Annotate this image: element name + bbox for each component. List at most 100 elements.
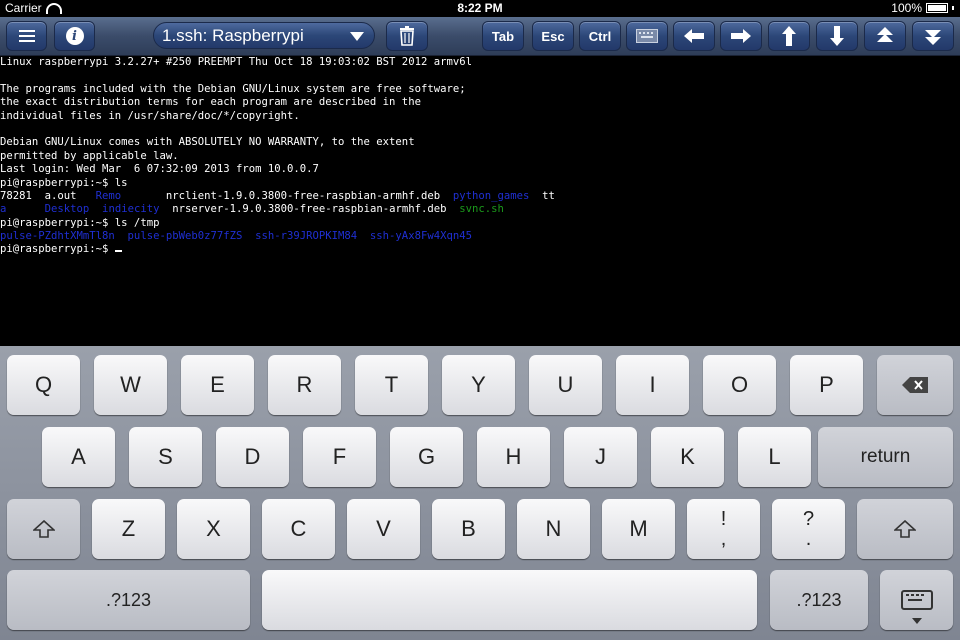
close-session-button[interactable] [386,21,428,51]
key-question-period[interactable]: ? . [772,499,845,559]
ls-exec-entry: svnc.sh [459,203,504,216]
dismiss-keyboard-key[interactable] [880,570,953,630]
onscreen-keyboard: Q W E R T Y U I O P A S D F G H J K L re… [0,346,960,640]
key-p[interactable]: P [790,355,863,415]
keyboard-icon [636,29,658,43]
terminal-toolbar: i 1.ssh: Raspberrypi Tab Esc Ctrl [0,17,960,56]
key-m[interactable]: M [602,499,675,559]
ls-entry: tt [529,189,555,202]
key-g[interactable]: G [390,427,463,487]
key-u[interactable]: U [529,355,602,415]
key-b[interactable]: B [432,499,505,559]
session-selector[interactable]: 1.ssh: Raspberrypi [153,22,375,49]
key-d[interactable]: D [216,427,289,487]
key-r[interactable]: R [268,355,341,415]
key-top-char: ! [720,508,727,530]
numbers-key-left[interactable]: .?123 [7,570,250,630]
key-k[interactable]: K [651,427,724,487]
return-key[interactable]: return [818,427,953,487]
status-bar: Carrier 8:22 PM 100% [0,0,960,17]
key-q[interactable]: Q [7,355,80,415]
space-bar[interactable] [262,570,757,630]
key-a[interactable]: A [42,427,115,487]
key-l[interactable]: L [738,427,811,487]
battery-icon [926,3,948,13]
terminal-line: pi@raspberrypi:~$ ls [0,176,128,189]
shift-key-left[interactable] [7,499,80,559]
info-icon: i [65,27,84,45]
key-v[interactable]: V [347,499,420,559]
battery-status: 100% [891,1,954,15]
clock: 8:22 PM [457,1,503,15]
arrow-right-button[interactable] [720,21,762,51]
battery-tip [952,6,954,10]
key-c[interactable]: C [262,499,335,559]
terminal-line: The programs included with the Debian GN… [0,82,466,95]
esc-key-button[interactable]: Esc [532,21,574,51]
menu-icon [18,27,35,45]
ls-dir-entry: Desktop indiecity [6,203,160,216]
key-top-char: ? [802,508,815,530]
menu-button[interactable] [6,21,47,51]
page-up-icon [877,27,893,42]
terminal-prompt-line: pi@raspberrypi:~$ [0,243,960,256]
tab-key-button[interactable]: Tab [482,21,524,51]
tmp-listing-row: pulse-PZdhtXMmTl8n pulse-pbWeb0z77fZS ss… [0,230,472,243]
page-down-button[interactable] [912,21,954,51]
terminal-line: Linux raspberrypi 3.2.27+ #250 PREEMPT T… [0,56,472,68]
arrow-down-icon [830,26,844,46]
key-w[interactable]: W [94,355,167,415]
key-f[interactable]: F [303,427,376,487]
backspace-key[interactable] [877,355,953,415]
key-h[interactable]: H [477,427,550,487]
key-i[interactable]: I [616,355,689,415]
terminal-line: pi@raspberrypi:~$ ls /tmp [0,216,160,229]
ls-dir-entry: Remo [95,189,122,202]
terminal-line: permitted by applicable law. [0,149,179,162]
chevron-down-icon [350,32,364,41]
shift-icon [894,520,916,538]
key-z[interactable]: Z [92,499,165,559]
ls-entry: nrserver-1.9.0.3800-free-raspbian-armhf.… [159,203,460,216]
ls-dir-entry: python_games [452,189,530,202]
text-cursor [114,250,122,253]
prompt-text: pi@raspberrypi:~$ [0,243,115,256]
arrow-up-icon [782,26,796,46]
terminal-output[interactable]: Linux raspberrypi 3.2.27+ #250 PREEMPT T… [0,56,960,346]
arrow-left-icon [684,29,704,43]
key-bottom-char: . [805,528,812,550]
key-n[interactable]: N [517,499,590,559]
ls-entry: 78281 a.out [0,189,96,202]
session-title: 1.ssh: Raspberrypi [162,25,304,45]
key-s[interactable]: S [129,427,202,487]
keyboard-toggle-button[interactable] [626,21,668,51]
page-down-icon [925,30,941,45]
ctrl-key-button[interactable]: Ctrl [579,21,621,51]
arrow-left-button[interactable] [673,21,715,51]
arrow-right-icon [731,29,751,43]
ls-output-row: a Desktop indiecity nrserver-1.9.0.3800-… [0,203,960,216]
key-t[interactable]: T [355,355,428,415]
terminal-line: the exact distribution terms for each pr… [0,96,421,109]
numbers-key-right[interactable]: .?123 [770,570,868,630]
terminal-line: individual files in /usr/share/doc/*/cop… [0,109,300,122]
terminal-line: Debian GNU/Linux comes with ABSOLUTELY N… [0,136,415,149]
ls-entry: nrclient-1.9.0.3800-free-raspbian-armhf.… [121,189,453,202]
key-j[interactable]: J [564,427,637,487]
key-y[interactable]: Y [442,355,515,415]
ls-output-row: 78281 a.out Remo nrclient-1.9.0.3800-fre… [0,190,960,203]
key-bottom-char: , [720,528,727,550]
page-up-button[interactable] [864,21,906,51]
info-button[interactable]: i [54,21,95,51]
shift-key-right[interactable] [857,499,953,559]
key-o[interactable]: O [703,355,776,415]
arrow-up-button[interactable] [768,21,810,51]
terminal-line: Last login: Wed Mar 6 07:32:09 2013 from… [0,163,319,176]
key-exclaim-comma[interactable]: ! , [687,499,760,559]
key-e[interactable]: E [181,355,254,415]
battery-percent: 100% [891,1,922,15]
key-x[interactable]: X [177,499,250,559]
arrow-down-button[interactable] [816,21,858,51]
